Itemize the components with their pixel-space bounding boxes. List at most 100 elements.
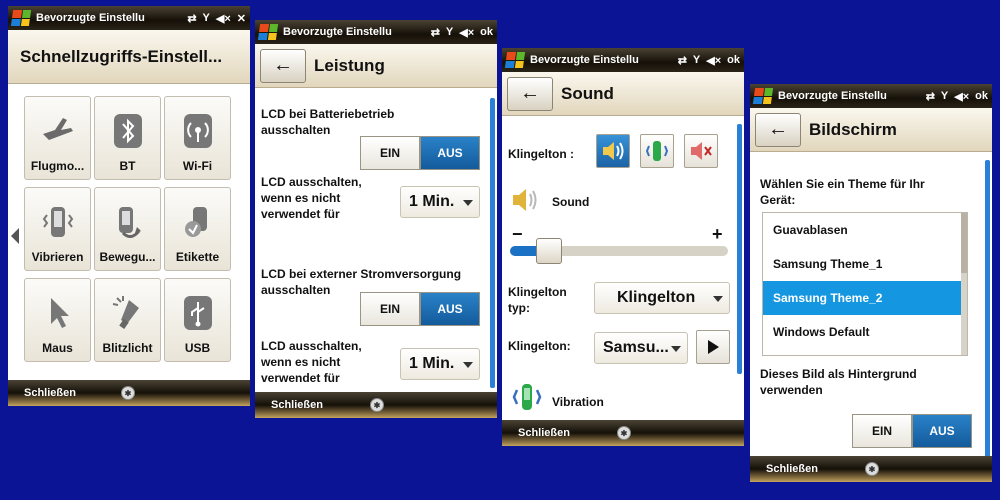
tile-bluetooth[interactable]: BT <box>94 96 161 180</box>
ok-button[interactable]: ok <box>727 54 740 66</box>
windows-start-icon[interactable] <box>752 88 774 104</box>
windows-start-icon[interactable] <box>504 52 526 68</box>
keyboard-icon[interactable]: ✱ <box>617 426 631 440</box>
tile-label: Vibrieren <box>31 250 84 264</box>
chevron-down-icon <box>671 346 681 352</box>
quick-settings-grid: Flugmo... BT Wi-Fi Vibrieren Bewegu... E… <box>24 96 231 362</box>
scrollbar[interactable] <box>985 160 990 460</box>
lcd-timeout-dropdown[interactable]: 1 Min. <box>400 186 480 218</box>
wallpaper-off-button[interactable]: AUS <box>912 414 972 448</box>
close-softkey[interactable]: Schließen <box>271 399 323 411</box>
ringtone-type-label: Klingelton typ: <box>508 285 567 315</box>
connectivity-icon[interactable]: ⇄ <box>678 54 687 67</box>
ok-button[interactable]: ok <box>480 26 493 38</box>
play-ringtone-button[interactable] <box>696 330 730 364</box>
back-button[interactable]: ← <box>755 112 801 147</box>
page-left-arrow-icon[interactable] <box>11 228 19 244</box>
scrollbar[interactable] <box>737 124 742 374</box>
speaker-mute-icon[interactable]: ◀× <box>459 26 474 39</box>
etiquette-icon <box>178 202 218 242</box>
lcd-battery-off-button[interactable]: AUS <box>420 136 480 170</box>
phone-display-settings: Bevorzugte Einstellu ⇄ Y ◀× ok ← Bildsch… <box>750 84 992 482</box>
play-icon <box>707 340 719 354</box>
ringtone-vibrate-button[interactable] <box>640 134 674 168</box>
tile-flashlight[interactable]: Blitzlicht <box>94 278 161 362</box>
lcd-battery-on-button[interactable]: EIN <box>360 136 420 170</box>
ringtone-select-dropdown[interactable]: Samsu... <box>594 332 688 364</box>
theme-prompt: Wählen Sie ein Theme für Ihr Gerät: <box>760 177 925 207</box>
lcd-external-off-button[interactable]: AUS <box>420 292 480 326</box>
vibration-icon <box>512 384 542 410</box>
tile-label: Bewegu... <box>99 250 156 264</box>
volume-minus: − <box>512 224 523 244</box>
back-button[interactable]: ← <box>507 76 553 111</box>
signal-icon[interactable]: Y <box>203 12 210 24</box>
tile-airplane-mode[interactable]: Flugmo... <box>24 96 91 180</box>
vibrate-icon <box>645 141 669 161</box>
tile-wifi[interactable]: Wi-Fi <box>164 96 231 180</box>
wallpaper-on-button[interactable]: EIN <box>852 414 912 448</box>
tile-label: Etikette <box>175 250 220 264</box>
theme-item-samsung-1[interactable]: Samsung Theme_1 <box>763 247 967 281</box>
keyboard-icon[interactable]: ✱ <box>865 462 879 476</box>
airplane-icon <box>38 111 78 151</box>
signal-icon[interactable]: Y <box>446 26 453 38</box>
connectivity-icon[interactable]: ⇄ <box>926 90 935 103</box>
page-header: ← Leistung <box>255 44 497 88</box>
page-header: ← Bildschirm <box>750 108 992 152</box>
title-bar: Bevorzugte Einstellu ⇄ Y ◀× ok <box>502 48 744 72</box>
connectivity-icon[interactable]: ⇄ <box>431 26 440 39</box>
back-arrow-icon: ← <box>520 82 540 104</box>
speaker-mute-icon[interactable]: ◀× <box>216 12 231 25</box>
windows-start-icon[interactable] <box>10 10 32 26</box>
signal-icon[interactable]: Y <box>693 54 700 66</box>
signal-icon[interactable]: Y <box>941 90 948 102</box>
windows-start-icon[interactable] <box>257 24 279 40</box>
bluetooth-icon <box>108 111 148 151</box>
theme-list-scrollbar[interactable] <box>961 213 967 355</box>
speaker-mute-icon[interactable]: ◀× <box>706 54 721 67</box>
ringtone-select-value: Samsu... <box>603 339 669 356</box>
theme-item-samsung-2[interactable]: Samsung Theme_2 <box>763 281 967 315</box>
chevron-down-icon <box>713 296 723 302</box>
lcd-timeout2-value: 1 Min. <box>409 355 455 372</box>
theme-item-windows-default[interactable]: Windows Default <box>763 315 967 349</box>
scrollbar[interactable] <box>490 98 495 388</box>
close-softkey[interactable]: Schließen <box>766 463 818 475</box>
theme-item-guavablasen[interactable]: Guavablasen <box>763 213 967 247</box>
close-icon[interactable]: ✕ <box>237 12 246 25</box>
close-softkey[interactable]: Schließen <box>518 427 570 439</box>
keyboard-icon[interactable]: ✱ <box>121 386 135 400</box>
ringtone-type-dropdown[interactable]: Klingelton <box>594 282 730 314</box>
tile-label: Maus <box>42 341 73 355</box>
title-bar: Bevorzugte Einstellu ⇄ Y ◀× ok <box>750 84 992 108</box>
wifi-icon <box>178 111 218 151</box>
title-bar: Bevorzugte Einstellu ⇄ Y ◀× ✕ <box>8 6 250 30</box>
chevron-down-icon <box>463 200 473 206</box>
lcd-external-toggle: EIN AUS <box>360 292 480 326</box>
tile-mouse[interactable]: Maus <box>24 278 91 362</box>
motion-icon <box>108 202 148 242</box>
close-softkey[interactable]: Schließen <box>24 387 76 399</box>
back-button[interactable]: ← <box>260 48 306 83</box>
connectivity-icon[interactable]: ⇄ <box>187 12 196 25</box>
tile-vibrate[interactable]: Vibrieren <box>24 187 91 271</box>
tile-label: Blitzlicht <box>102 341 153 355</box>
app-title: Bevorzugte Einstellu <box>530 54 639 66</box>
keyboard-icon[interactable]: ✱ <box>370 398 384 412</box>
bottom-menu-bar: Schließen ✱ <box>750 456 992 482</box>
page-header: Schnellzugriffs-Einstell... <box>8 30 250 84</box>
lcd-external-on-button[interactable]: EIN <box>360 292 420 326</box>
page-header: ← Sound <box>502 72 744 116</box>
back-arrow-icon: ← <box>768 118 788 140</box>
page-title: Schnellzugriffs-Einstell... <box>20 46 223 66</box>
tile-motion[interactable]: Bewegu... <box>94 187 161 271</box>
ringtone-mute-button[interactable] <box>684 134 718 168</box>
speaker-mute-icon[interactable]: ◀× <box>954 90 969 103</box>
ok-button[interactable]: ok <box>975 90 988 102</box>
tile-etiquette[interactable]: Etikette <box>164 187 231 271</box>
volume-slider-thumb[interactable] <box>536 238 563 264</box>
ringtone-sound-button[interactable] <box>596 134 630 168</box>
lcd-timeout2-dropdown[interactable]: 1 Min. <box>400 348 480 380</box>
tile-usb[interactable]: USB <box>164 278 231 362</box>
